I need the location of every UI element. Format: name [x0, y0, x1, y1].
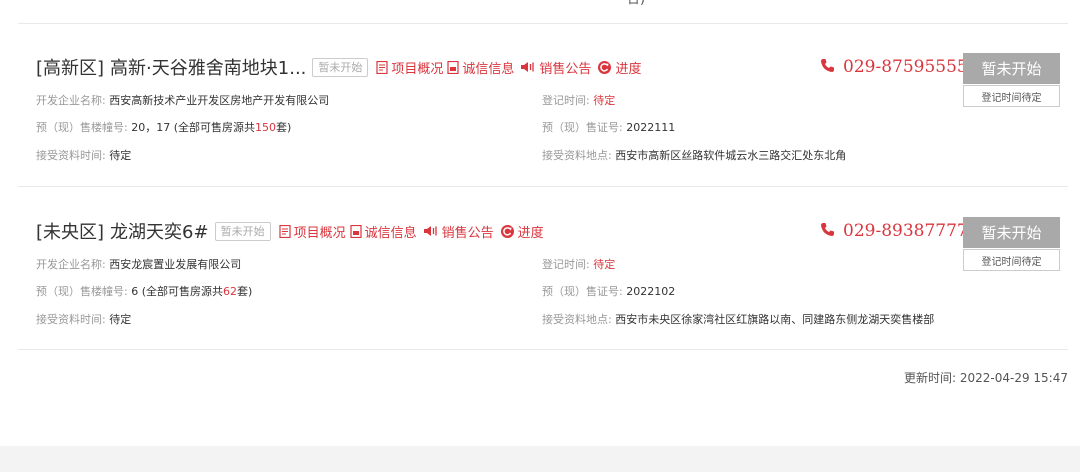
buildings-row: 预（现）售楼幢号: 6 (全部可售房源共62套)	[36, 285, 252, 299]
phone-contact[interactable]: 029-89387777	[820, 217, 968, 245]
speaker-icon	[520, 61, 536, 73]
receive-time-value: 待定	[109, 149, 132, 162]
phone-number: 029-87595555	[843, 57, 968, 77]
divider	[18, 186, 1068, 187]
register-time-value: 待定	[593, 258, 616, 271]
listing-item: [高新区] 高新·天谷雅舍南地块1... 暂未开始 项目概况 诚信信息 销售公告	[0, 53, 1080, 203]
cert-row: 预（现）售证号: 2022102	[542, 285, 675, 299]
developer-label: 开发企业名称:	[36, 258, 106, 271]
location-label: 接受资料地点:	[542, 313, 612, 326]
progress-link[interactable]: 进度	[597, 58, 641, 77]
divider	[18, 23, 1068, 24]
buildings-label: 预（现）售楼幢号:	[36, 121, 128, 134]
location-label: 接受资料地点:	[542, 149, 612, 162]
developer-row: 开发企业名称: 西安龙宸置业发展有限公司	[36, 258, 241, 272]
status-tag: 暂未开始	[312, 57, 369, 77]
sales-notice-link[interactable]: 销售公告	[520, 58, 591, 77]
status-tag: 暂未开始	[214, 221, 271, 241]
credit-info-label: 诚信信息	[462, 61, 515, 77]
cert-row: 预（现）售证号: 2022111	[542, 121, 675, 135]
listing-item: [未央区] 龙湖天奕6# 暂未开始 项目概况 诚信信息 销售公告 进度 029-…	[0, 217, 1080, 367]
developer-name: 西安高新技术产业开发区房地产开发有限公司	[109, 94, 330, 107]
receive-time-label: 接受资料时间:	[36, 313, 106, 326]
receive-time-label: 接受资料时间:	[36, 149, 106, 162]
credit-info-link[interactable]: 诚信信息	[350, 222, 417, 241]
document-icon	[278, 224, 291, 238]
sales-notice-link[interactable]: 销售公告	[423, 222, 494, 241]
refresh-icon	[500, 224, 515, 239]
location-value: 西安市未央区徐家湾社区红旗路以南、同建路东侧龙湖天奕售楼部	[615, 313, 935, 326]
register-time-row: 登记时间: 待定	[542, 258, 615, 272]
cert-label: 预（现）售证号:	[542, 285, 623, 298]
sale-status-button[interactable]: 暂未开始	[963, 53, 1060, 84]
location-value: 西安市高新区丝路软件城云水三路交汇处东北角	[615, 149, 847, 162]
location-row: 接受资料地点: 西安市高新区丝路软件城云水三路交汇处东北角	[542, 149, 846, 163]
cert-label: 预（现）售证号:	[542, 121, 623, 134]
sales-notice-label: 销售公告	[441, 225, 494, 241]
unit-suffix: 套)	[237, 285, 253, 298]
receive-time-row: 接受资料时间: 待定	[36, 149, 131, 163]
credit-info-link[interactable]: 诚信信息	[447, 58, 514, 77]
register-time-note: 登记时间待定	[963, 85, 1060, 107]
buildings-value: 6 (全部可售房源共	[131, 285, 224, 298]
divider	[18, 349, 1068, 350]
buildings-label: 预（现）售楼幢号:	[36, 285, 128, 298]
receive-time-value: 待定	[109, 313, 132, 326]
location-row: 接受资料地点: 西安市未央区徐家湾社区红旗路以南、同建路东侧龙湖天奕售楼部	[542, 313, 934, 327]
credit-icon	[447, 60, 460, 74]
cert-number: 2022111	[626, 121, 676, 134]
update-time-label: 更新时间:	[903, 371, 957, 385]
listing-name[interactable]: 高新·天谷雅舍南地块1...	[110, 54, 306, 80]
developer-row: 开发企业名称: 西安高新技术产业开发区房地产开发有限公司	[36, 94, 329, 108]
phone-contact[interactable]: 029-87595555	[820, 53, 968, 81]
listing-district: [高新区]	[36, 58, 105, 79]
sales-notice-label: 销售公告	[539, 61, 592, 77]
register-time-value: 待定	[593, 94, 616, 107]
developer-label: 开发企业名称:	[36, 94, 106, 107]
speaker-icon	[423, 225, 439, 237]
register-time-label: 登记时间:	[542, 94, 590, 107]
buildings-value: 20，17 (全部可售房源共	[131, 121, 256, 134]
top-cutoff-text: 台)	[627, 0, 645, 8]
footer-bar	[0, 446, 1080, 472]
receive-time-row: 接受资料时间: 待定	[36, 313, 131, 327]
phone-icon	[820, 58, 835, 77]
listing-district: [未央区]	[36, 222, 105, 243]
project-overview-label: 项目概况	[293, 225, 346, 241]
listing-title-row: [高新区] 高新·天谷雅舍南地块1... 暂未开始 项目概况 诚信信息 销售公告	[36, 53, 641, 81]
register-time-note: 登记时间待定	[963, 249, 1060, 271]
unit-count: 150	[255, 121, 277, 134]
unit-suffix: 套)	[276, 121, 292, 134]
project-overview-label: 项目概况	[391, 61, 444, 77]
credit-info-label: 诚信信息	[364, 225, 417, 241]
project-overview-link[interactable]: 项目概况	[278, 222, 346, 241]
buildings-row: 预（现）售楼幢号: 20，17 (全部可售房源共150套)	[36, 121, 291, 135]
phone-icon	[820, 222, 835, 241]
register-time-label: 登记时间:	[542, 258, 590, 271]
project-overview-link[interactable]: 项目概况	[376, 58, 443, 77]
update-time-value: 2022-04-29 15:47	[959, 371, 1068, 385]
listing-name[interactable]: 龙湖天奕6#	[110, 218, 209, 244]
sale-status-button[interactable]: 暂未开始	[963, 217, 1060, 248]
progress-link[interactable]: 进度	[500, 222, 544, 241]
credit-icon	[350, 224, 362, 238]
update-time: 更新时间: 2022-04-29 15:47	[904, 369, 1068, 386]
refresh-icon	[597, 60, 612, 75]
developer-name: 西安龙宸置业发展有限公司	[109, 258, 242, 271]
register-time-row: 登记时间: 待定	[542, 94, 615, 108]
listing-title-row: [未央区] 龙湖天奕6# 暂未开始 项目概况 诚信信息 销售公告 进度	[36, 217, 544, 245]
progress-label: 进度	[615, 61, 642, 77]
progress-label: 进度	[517, 225, 544, 241]
unit-count: 62	[223, 285, 238, 298]
cert-number: 2022102	[626, 285, 676, 298]
document-icon	[376, 60, 388, 74]
phone-number: 029-89387777	[843, 221, 968, 241]
